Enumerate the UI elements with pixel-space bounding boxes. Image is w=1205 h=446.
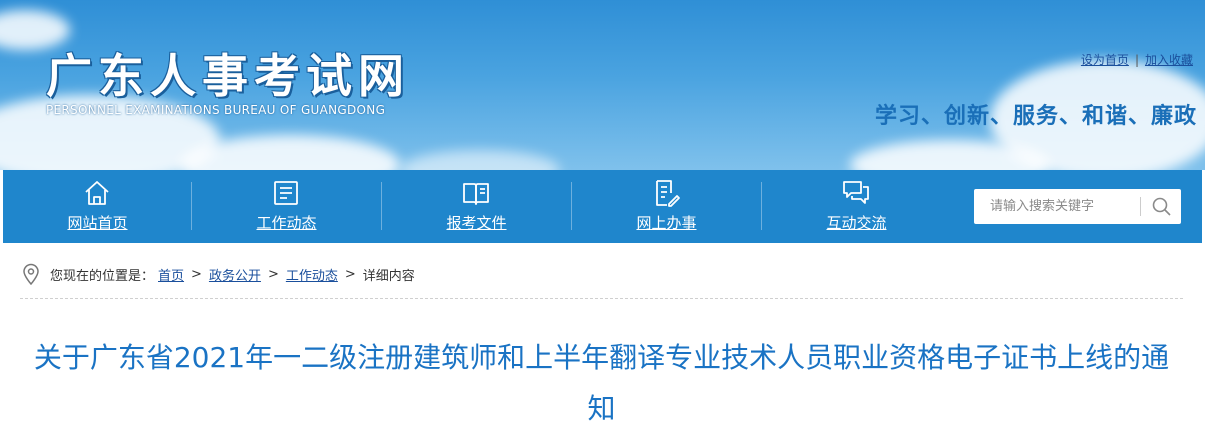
form-edit-icon	[656, 180, 680, 207]
nav-item-online-services[interactable]: 网上办事	[572, 170, 761, 243]
link-separator: |	[1134, 53, 1139, 67]
news-icon	[274, 181, 298, 205]
site-slogan: 学习、创新、服务、和谐、廉政	[874, 104, 1197, 129]
breadcrumb-gov-affairs-link[interactable]: 政务公开	[209, 265, 261, 284]
nav-label: 报考文件	[446, 214, 507, 232]
search-divider	[1140, 197, 1141, 216]
breadcrumb-prefix: 您现在的位置是：	[50, 268, 155, 284]
nav-label: 网站首页	[67, 214, 128, 232]
breadcrumb-work-news-link[interactable]: 工作动态	[286, 265, 338, 284]
nav-label: 互动交流	[826, 214, 887, 232]
cloud-decoration	[400, 150, 560, 170]
site-logo-title: 广东人事考试网	[46, 49, 410, 103]
breadcrumb-current: 详细内容	[362, 268, 415, 284]
search-input[interactable]	[974, 189, 1134, 224]
search-icon[interactable]	[1150, 195, 1174, 219]
nav-item-interaction[interactable]: 互动交流	[762, 170, 951, 243]
set-homepage-link[interactable]: 设为首页	[1081, 53, 1129, 67]
chat-icon	[843, 181, 869, 204]
nav-item-work-news[interactable]: 工作动态	[192, 170, 381, 243]
breadcrumb-separator: >	[267, 266, 279, 282]
home-icon	[85, 181, 109, 205]
breadcrumb: 您现在的位置是： 首页 > 政务公开 > 工作动态 > 详细内容	[22, 262, 415, 286]
nav-label: 网上办事	[636, 214, 697, 232]
breadcrumb-home-link[interactable]: 首页	[158, 265, 184, 284]
nav-item-exam-docs[interactable]: 报考文件	[382, 170, 571, 243]
location-pin-icon	[23, 263, 39, 285]
nav-label: 工作动态	[256, 214, 317, 232]
content-divider	[20, 298, 1183, 299]
breadcrumb-separator: >	[344, 266, 356, 282]
search-box	[974, 189, 1181, 224]
site-logo-subtitle: PERSONNEL EXAMINATIONS BUREAU OF GUANGDO…	[46, 103, 386, 117]
add-favorite-link[interactable]: 加入收藏	[1145, 53, 1193, 67]
header-links: 设为首页 | 加入收藏	[1081, 51, 1193, 68]
site-header: 广东人事考试网 PERSONNEL EXAMINATIONS BUREAU OF…	[0, 0, 1205, 170]
nav-item-home[interactable]: 网站首页	[3, 170, 192, 243]
book-icon	[463, 183, 489, 205]
main-nav: 网站首页 工作动态 报考文件 网上办事 互动交流	[3, 170, 1202, 243]
breadcrumb-separator: >	[191, 266, 202, 282]
article-title: 关于广东省2021年一二级注册建筑师和上半年翻译专业技术人员职业资格电子证书上线…	[33, 341, 1170, 425]
